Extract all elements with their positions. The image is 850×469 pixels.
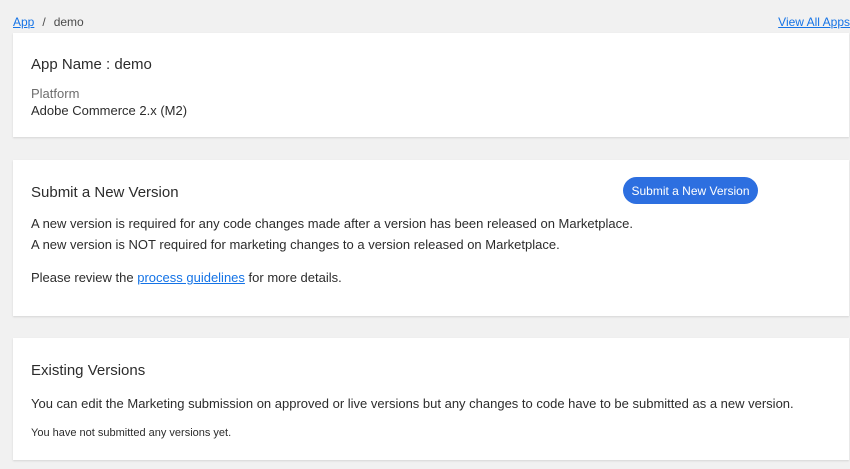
breadcrumb-app-link[interactable]: App <box>13 15 34 29</box>
process-guidelines-link[interactable]: process guidelines <box>137 270 245 285</box>
existing-versions-heading: Existing Versions <box>31 362 146 379</box>
app-info-card: App Name : demo Platform Adobe Commerce … <box>13 33 849 137</box>
submit-new-version-button[interactable]: Submit a New Version <box>623 177 758 204</box>
review-guidelines-text: Please review the process guidelines for… <box>31 270 342 285</box>
view-all-apps-link[interactable]: View All Apps <box>778 15 850 29</box>
platform-value: Adobe Commerce 2.x (M2) <box>31 103 188 118</box>
platform-label: Platform <box>31 86 80 101</box>
submit-version-heading: Submit a New Version <box>31 184 179 201</box>
breadcrumb: App / demo <box>13 15 84 29</box>
breadcrumb-current: demo <box>53 15 84 29</box>
no-versions-message: You have not submitted any versions yet. <box>31 427 232 439</box>
version-not-required-text: A new version is NOT required for market… <box>31 237 560 252</box>
existing-versions-card: Existing Versions You can edit the Marke… <box>13 338 849 460</box>
app-name-heading: App Name : demo <box>31 56 152 73</box>
submit-version-card: Submit a New Version Submit a New Versio… <box>13 160 849 316</box>
version-required-text: A new version is required for any code c… <box>31 216 633 231</box>
review-prefix: Please review the <box>31 270 138 285</box>
breadcrumb-separator: / <box>42 15 46 29</box>
existing-versions-description: You can edit the Marketing submission on… <box>31 396 794 411</box>
review-suffix: for more details. <box>244 270 342 285</box>
